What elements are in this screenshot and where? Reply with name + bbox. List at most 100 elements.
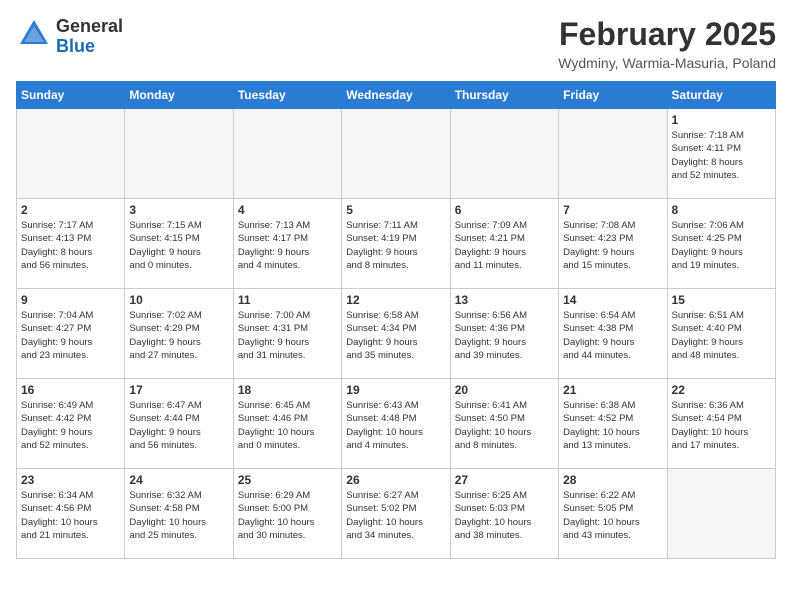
day-number: 20 <box>455 383 554 397</box>
month-title: February 2025 <box>558 16 776 53</box>
calendar-cell <box>342 109 450 199</box>
day-info: Sunrise: 6:45 AM Sunset: 4:46 PM Dayligh… <box>238 399 337 452</box>
calendar-cell <box>125 109 233 199</box>
calendar-cell: 24 Sunrise: 6:32 AM Sunset: 4:58 PM Dayli… <box>125 469 233 559</box>
day-number: 26 <box>346 473 445 487</box>
week-row-1: 1 Sunrise: 7:18 AM Sunset: 4:11 PM Daylig… <box>17 109 776 199</box>
day-number: 6 <box>455 203 554 217</box>
day-info: Sunrise: 7:04 AM Sunset: 4:27 PM Dayligh… <box>21 309 120 362</box>
day-number: 4 <box>238 203 337 217</box>
weekday-header-monday: Monday <box>125 82 233 109</box>
day-info: Sunrise: 7:02 AM Sunset: 4:29 PM Dayligh… <box>129 309 228 362</box>
weekday-header-thursday: Thursday <box>450 82 558 109</box>
calendar-cell: 19 Sunrise: 6:43 AM Sunset: 4:48 PM Dayli… <box>342 379 450 469</box>
day-info: Sunrise: 7:08 AM Sunset: 4:23 PM Dayligh… <box>563 219 662 272</box>
calendar-cell <box>233 109 341 199</box>
calendar-cell: 17 Sunrise: 6:47 AM Sunset: 4:44 PM Dayli… <box>125 379 233 469</box>
calendar-cell: 5 Sunrise: 7:11 AM Sunset: 4:19 PM Daylig… <box>342 199 450 289</box>
calendar-cell <box>667 469 775 559</box>
day-info: Sunrise: 6:41 AM Sunset: 4:50 PM Dayligh… <box>455 399 554 452</box>
day-number: 7 <box>563 203 662 217</box>
week-row-2: 2 Sunrise: 7:17 AM Sunset: 4:13 PM Daylig… <box>17 199 776 289</box>
location: Wydminy, Warmia-Masuria, Poland <box>558 55 776 71</box>
day-number: 1 <box>672 113 771 127</box>
calendar-cell: 28 Sunrise: 6:22 AM Sunset: 5:05 PM Dayli… <box>559 469 667 559</box>
day-number: 28 <box>563 473 662 487</box>
calendar-cell <box>450 109 558 199</box>
day-number: 5 <box>346 203 445 217</box>
day-info: Sunrise: 7:00 AM Sunset: 4:31 PM Dayligh… <box>238 309 337 362</box>
week-row-3: 9 Sunrise: 7:04 AM Sunset: 4:27 PM Daylig… <box>17 289 776 379</box>
calendar-cell: 16 Sunrise: 6:49 AM Sunset: 4:42 PM Dayli… <box>17 379 125 469</box>
calendar-cell: 1 Sunrise: 7:18 AM Sunset: 4:11 PM Daylig… <box>667 109 775 199</box>
calendar-cell: 26 Sunrise: 6:27 AM Sunset: 5:02 PM Dayli… <box>342 469 450 559</box>
weekday-header-saturday: Saturday <box>667 82 775 109</box>
day-number: 14 <box>563 293 662 307</box>
day-info: Sunrise: 7:18 AM Sunset: 4:11 PM Dayligh… <box>672 129 771 182</box>
calendar: SundayMondayTuesdayWednesdayThursdayFrid… <box>16 81 776 559</box>
calendar-cell: 13 Sunrise: 6:56 AM Sunset: 4:36 PM Dayli… <box>450 289 558 379</box>
calendar-cell: 2 Sunrise: 7:17 AM Sunset: 4:13 PM Daylig… <box>17 199 125 289</box>
calendar-cell: 14 Sunrise: 6:54 AM Sunset: 4:38 PM Dayli… <box>559 289 667 379</box>
calendar-cell: 4Sunrise: 7:13 AM Sunset: 4:17 PM Daylig… <box>233 199 341 289</box>
day-info: Sunrise: 6:25 AM Sunset: 5:03 PM Dayligh… <box>455 489 554 542</box>
calendar-cell: 23 Sunrise: 6:34 AM Sunset: 4:56 PM Dayli… <box>17 469 125 559</box>
day-info: Sunrise: 6:56 AM Sunset: 4:36 PM Dayligh… <box>455 309 554 362</box>
day-number: 16 <box>21 383 120 397</box>
day-info: Sunrise: 7:09 AM Sunset: 4:21 PM Dayligh… <box>455 219 554 272</box>
day-number: 18 <box>238 383 337 397</box>
day-info: Sunrise: 6:22 AM Sunset: 5:05 PM Dayligh… <box>563 489 662 542</box>
day-info: Sunrise: 6:38 AM Sunset: 4:52 PM Dayligh… <box>563 399 662 452</box>
day-info: Sunrise: 6:34 AM Sunset: 4:56 PM Dayligh… <box>21 489 120 542</box>
day-number: 9 <box>21 293 120 307</box>
day-info: Sunrise: 6:43 AM Sunset: 4:48 PM Dayligh… <box>346 399 445 452</box>
day-number: 3 <box>129 203 228 217</box>
calendar-cell: 20 Sunrise: 6:41 AM Sunset: 4:50 PM Dayli… <box>450 379 558 469</box>
day-info: Sunrise: 6:54 AM Sunset: 4:38 PM Dayligh… <box>563 309 662 362</box>
day-info: Sunrise: 6:29 AM Sunset: 5:00 PM Dayligh… <box>238 489 337 542</box>
calendar-cell: 12 Sunrise: 6:58 AM Sunset: 4:34 PM Dayli… <box>342 289 450 379</box>
weekday-header-wednesday: Wednesday <box>342 82 450 109</box>
day-number: 17 <box>129 383 228 397</box>
day-number: 11 <box>238 293 337 307</box>
calendar-cell: 7 Sunrise: 7:08 AM Sunset: 4:23 PM Daylig… <box>559 199 667 289</box>
day-number: 12 <box>346 293 445 307</box>
day-number: 13 <box>455 293 554 307</box>
day-info: Sunrise: 7:15 AM Sunset: 4:15 PM Dayligh… <box>129 219 228 272</box>
day-number: 10 <box>129 293 228 307</box>
week-row-4: 16 Sunrise: 6:49 AM Sunset: 4:42 PM Dayli… <box>17 379 776 469</box>
logo-text: General Blue <box>56 17 123 57</box>
page-header: General Blue February 2025 Wydminy, Warm… <box>16 16 776 71</box>
day-number: 22 <box>672 383 771 397</box>
calendar-cell: 10 Sunrise: 7:02 AM Sunset: 4:29 PM Dayli… <box>125 289 233 379</box>
day-info: Sunrise: 6:58 AM Sunset: 4:34 PM Dayligh… <box>346 309 445 362</box>
day-number: 21 <box>563 383 662 397</box>
calendar-cell: 6 Sunrise: 7:09 AM Sunset: 4:21 PM Daylig… <box>450 199 558 289</box>
calendar-cell: 22Sunrise: 6:36 AM Sunset: 4:54 PM Dayli… <box>667 379 775 469</box>
weekday-header-friday: Friday <box>559 82 667 109</box>
day-number: 2 <box>21 203 120 217</box>
day-number: 24 <box>129 473 228 487</box>
title-block: February 2025 Wydminy, Warmia-Masuria, P… <box>558 16 776 71</box>
day-info: Sunrise: 6:32 AM Sunset: 4:58 PM Dayligh… <box>129 489 228 542</box>
calendar-cell: 11 Sunrise: 7:00 AM Sunset: 4:31 PM Dayli… <box>233 289 341 379</box>
day-info: Sunrise: 7:06 AM Sunset: 4:25 PM Dayligh… <box>672 219 771 272</box>
day-info: Sunrise: 6:49 AM Sunset: 4:42 PM Dayligh… <box>21 399 120 452</box>
calendar-cell <box>559 109 667 199</box>
day-number: 8 <box>672 203 771 217</box>
day-info: Sunrise: 7:11 AM Sunset: 4:19 PM Dayligh… <box>346 219 445 272</box>
day-number: 19 <box>346 383 445 397</box>
calendar-cell: 25Sunrise: 6:29 AM Sunset: 5:00 PM Dayli… <box>233 469 341 559</box>
day-number: 27 <box>455 473 554 487</box>
day-number: 23 <box>21 473 120 487</box>
calendar-cell: 18 Sunrise: 6:45 AM Sunset: 4:46 PM Dayli… <box>233 379 341 469</box>
day-info: Sunrise: 6:47 AM Sunset: 4:44 PM Dayligh… <box>129 399 228 452</box>
day-info: Sunrise: 7:17 AM Sunset: 4:13 PM Dayligh… <box>21 219 120 272</box>
day-number: 15 <box>672 293 771 307</box>
day-info: Sunrise: 6:27 AM Sunset: 5:02 PM Dayligh… <box>346 489 445 542</box>
logo: General Blue <box>16 16 123 57</box>
calendar-cell: 15Sunrise: 6:51 AM Sunset: 4:40 PM Dayli… <box>667 289 775 379</box>
calendar-cell: 3 Sunrise: 7:15 AM Sunset: 4:15 PM Daylig… <box>125 199 233 289</box>
calendar-cell: 9 Sunrise: 7:04 AM Sunset: 4:27 PM Daylig… <box>17 289 125 379</box>
weekday-header-row: SundayMondayTuesdayWednesdayThursdayFrid… <box>17 82 776 109</box>
